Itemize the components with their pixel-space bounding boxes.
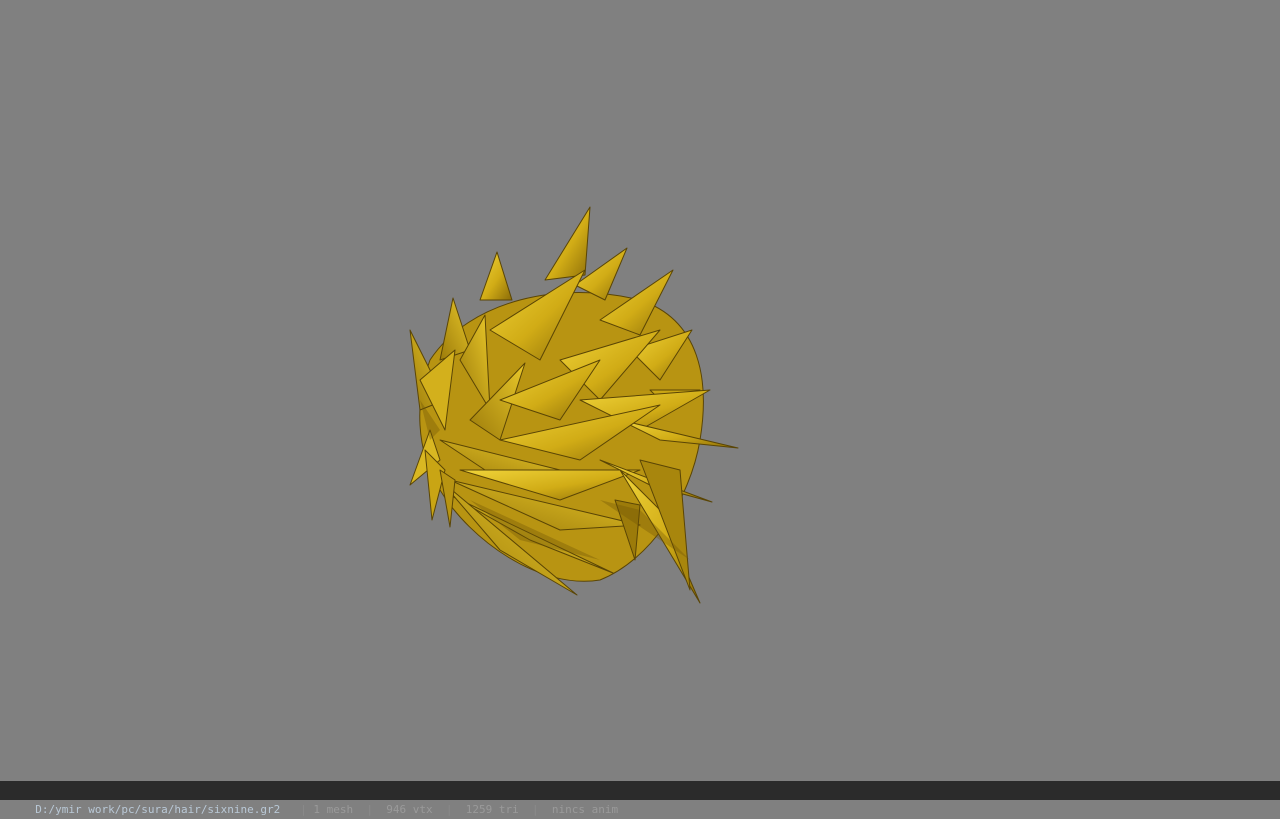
separator: |: [445, 803, 453, 816]
mesh-count: 1 mesh: [313, 803, 354, 816]
anim-status: nincs anim: [551, 803, 619, 816]
file-path: D:/ymir work/pc/sura/hair/sixnine.gr2: [35, 803, 281, 816]
status-bar: D:/ymir work/pc/sura/hair/sixnine.gr2 | …: [0, 781, 1280, 816]
vertex-count: 946 vtx: [386, 803, 433, 816]
separator: |: [532, 803, 539, 816]
hair-model: [409, 206, 739, 604]
separator: |: [300, 803, 307, 816]
3d-viewport[interactable]: [0, 0, 1280, 781]
separator: |: [366, 803, 374, 816]
triangle-count: 1259 tri: [465, 803, 519, 816]
